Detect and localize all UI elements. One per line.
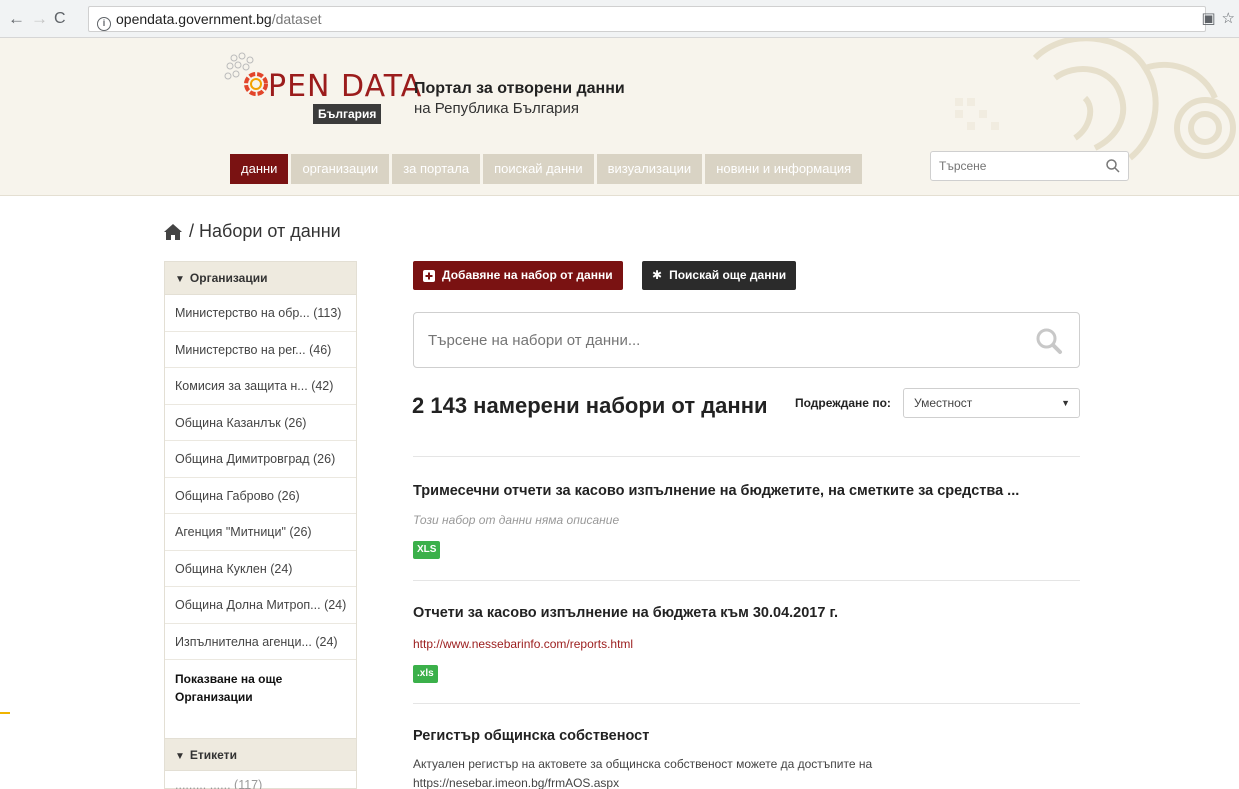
divider: [413, 456, 1080, 457]
dataset-description: Актуален регистър на актовете за общинск…: [413, 757, 873, 771]
divider: [413, 703, 1080, 704]
breadcrumb-current: / Набори от данни: [189, 221, 341, 241]
portal-title: Портал за отворени данни: [414, 80, 625, 97]
info-icon[interactable]: i: [97, 17, 111, 31]
request-data-label: Поискай още данни: [669, 268, 787, 282]
asterisk-icon: ✱: [652, 268, 663, 282]
bookmark-star-icon[interactable]: ☆: [1222, 10, 1235, 27]
sidebar: ▼ Организации Министерство на обр... (113…: [164, 261, 357, 789]
divider: [413, 580, 1080, 581]
sidebar-org-item[interactable]: Комисия за защита н... (42): [165, 368, 356, 405]
url-host: opendata.government.bg: [116, 11, 272, 27]
logo-country: България: [313, 104, 382, 124]
sidebar-org-item[interactable]: Община Долна Митроп... (24): [165, 587, 356, 624]
main-nav: данни организации за портала поискай дан…: [230, 154, 865, 184]
nav-about[interactable]: за портала: [392, 154, 481, 184]
dataset-search: [413, 312, 1080, 368]
format-badge[interactable]: XLS: [413, 541, 441, 559]
add-dataset-button[interactable]: Добавяне на набор от данни: [413, 261, 623, 290]
tags-heading: ▼ Етикети: [165, 738, 356, 771]
header-search: [930, 151, 1129, 181]
back-arrow-icon[interactable]: ←: [8, 9, 25, 29]
sidebar-org-item[interactable]: Община Димитровград (26): [165, 441, 356, 478]
sidebar-tag-item[interactable]: ......... ...... (117): [165, 771, 356, 789]
address-bar[interactable]: i opendata.government.bg/dataset: [88, 6, 1206, 32]
search-icon[interactable]: [1105, 158, 1121, 174]
result-count: 2 143 намерени набори от данни: [412, 393, 768, 418]
sidebar-org-item[interactable]: Община Казанлък (26): [165, 405, 356, 441]
reload-icon[interactable]: C: [54, 10, 66, 28]
chevron-down-icon: ▼: [1061, 398, 1070, 408]
dataset-description: Този набор от данни няма описание: [413, 513, 620, 527]
request-data-button[interactable]: ✱ Поискай още данни: [642, 261, 797, 290]
sidebar-org-item[interactable]: Община Куклен (24): [165, 551, 356, 587]
forward-arrow-icon[interactable]: →: [31, 9, 48, 29]
filter-icon: ▼: [175, 274, 185, 285]
sidebar-org-item[interactable]: Изпълнителна агенци... (24): [165, 624, 356, 660]
site-header: PEN DATA България Портал за отворени дан…: [0, 38, 1239, 196]
nav-request-data[interactable]: поискай данни: [483, 154, 594, 184]
nav-data[interactable]: данни: [230, 154, 289, 184]
search-icon[interactable]: [1035, 327, 1063, 355]
nav-organizations[interactable]: организации: [291, 154, 390, 184]
sidebar-org-item[interactable]: Община Габрово (26): [165, 478, 356, 514]
logo-text[interactable]: PEN DATA: [268, 70, 422, 104]
translate-icon[interactable]: ▣: [1201, 10, 1215, 27]
nav-news[interactable]: новини и информация: [705, 154, 863, 184]
sort-select[interactable]: Уместност ▼: [903, 388, 1080, 418]
plus-square-icon: [423, 269, 435, 282]
sidebar-org-item[interactable]: Министерство на рег... (46): [165, 332, 356, 368]
opendata-logo-icon[interactable]: [220, 50, 268, 98]
page-edge-marker: [0, 712, 10, 714]
dataset-link[interactable]: http://www.nessebarinfo.com/reports.html: [413, 637, 633, 651]
dataset-title[interactable]: Отчети за касово изпълнение на бюджета к…: [413, 605, 838, 621]
add-dataset-label: Добавяне на набор от данни: [442, 268, 613, 282]
extension-icons: ▣ ☆: [1195, 9, 1235, 27]
home-icon[interactable]: [163, 223, 183, 241]
sidebar-org-item[interactable]: Министерство на обр... (113): [165, 295, 356, 332]
organizations-heading: ▼ Организации: [165, 262, 356, 295]
dataset-search-input[interactable]: [414, 313, 1014, 367]
filter-icon: ▼: [175, 751, 185, 762]
format-badge[interactable]: .xls: [413, 665, 438, 683]
browser-toolbar: ← → C i opendata.government.bg/dataset ▣ ☆: [0, 0, 1239, 38]
header-search-input[interactable]: [931, 152, 1091, 180]
dataset-title[interactable]: Регистър общинска собственост: [413, 728, 649, 744]
portal-subtitle: на Република България: [414, 100, 580, 117]
show-more-organizations-link[interactable]: Показване на още Организации: [165, 660, 356, 738]
nav-visualizations[interactable]: визуализации: [596, 154, 703, 184]
sort-label: Подреждане по:: [795, 396, 891, 410]
dataset-title[interactable]: Тримесечни отчети за касово изпълнение н…: [413, 483, 1019, 499]
tags-heading-label: Етикети: [189, 748, 237, 762]
breadcrumb: / Набори от данни: [163, 221, 341, 242]
sort-select-value: Уместност: [914, 396, 973, 410]
sidebar-org-item[interactable]: Агенция "Митници" (26): [165, 514, 356, 551]
dataset-link[interactable]: https://nesebar.imeon.bg/frmAOS.aspx: [413, 776, 619, 789]
organizations-heading-label: Организации: [189, 271, 268, 285]
url-path: /dataset: [271, 11, 322, 27]
